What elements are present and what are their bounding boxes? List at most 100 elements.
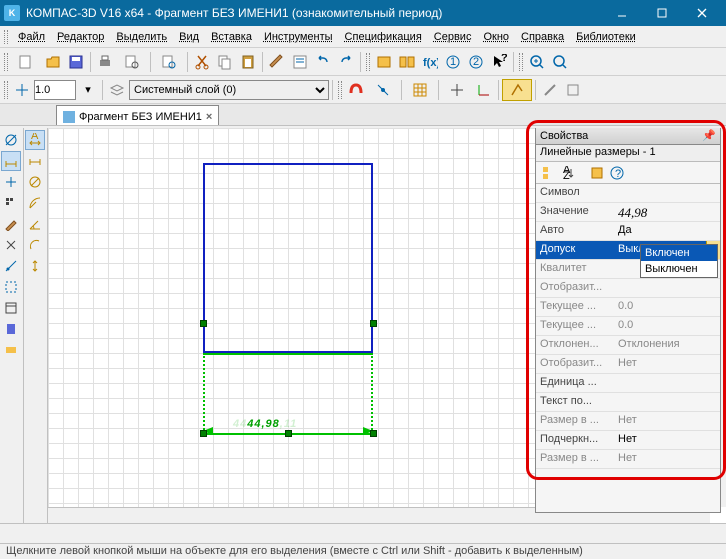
property-row[interactable]: Размер в ...Нет [536,450,720,469]
manager-button[interactable] [396,51,418,73]
arc-dim-icon[interactable] [25,235,45,255]
tolerance-dropdown[interactable]: ВключенВыключен [640,244,718,278]
dimensions-icon[interactable] [1,151,21,171]
undo-button[interactable] [312,51,334,73]
menu-tools[interactable]: Инструменты [258,29,339,45]
raster-icon[interactable] [1,193,21,213]
copy-button[interactable] [214,51,236,73]
brush-button[interactable] [266,51,288,73]
help-icon[interactable]: ? [608,164,626,182]
select-icon[interactable] [1,277,21,297]
layers-button[interactable] [106,79,128,101]
lib-button[interactable] [373,51,395,73]
scale-input[interactable] [34,80,76,100]
auto-dim-icon[interactable]: A [25,130,45,150]
print-button[interactable] [94,51,116,73]
menu-edit[interactable]: Редактор [51,29,110,45]
redo-button[interactable] [335,51,357,73]
property-row[interactable]: Единица ... [536,374,720,393]
handle[interactable] [370,320,377,327]
property-value[interactable] [614,374,720,392]
property-value[interactable] [614,184,720,202]
tab-close-icon[interactable]: × [206,111,212,123]
grid-button[interactable] [405,79,435,101]
sketch-button[interactable] [539,79,561,101]
save-button[interactable] [65,51,87,73]
menu-help[interactable]: Справка [515,29,570,45]
categorize-icon[interactable] [540,164,558,182]
property-value[interactable]: Нет [614,450,720,468]
round-button[interactable] [502,79,532,101]
property-value[interactable]: Отклонения [614,336,720,354]
snap-menu-button[interactable] [368,79,398,101]
property-row[interactable]: Подчеркн...Нет [536,431,720,450]
blue-rectangle[interactable] [203,163,373,353]
ortho-button[interactable] [442,79,472,101]
cut-button[interactable] [191,51,213,73]
property-row[interactable]: АвтоДа [536,222,720,241]
property-row[interactable]: Размер в ...Нет [536,412,720,431]
property-value[interactable]: Да [614,222,720,240]
menu-insert[interactable]: Вставка [205,29,258,45]
property-value[interactable]: 44,98 [614,203,720,221]
angular-dim-icon[interactable] [25,214,45,234]
property-row[interactable]: Текущее ...0.0 [536,317,720,336]
handle[interactable] [370,430,377,437]
axis-button[interactable] [11,79,33,101]
property-row[interactable]: Отобразит... [536,279,720,298]
geometry-icon[interactable] [1,130,21,150]
preview-button[interactable] [117,51,147,73]
insert-icon[interactable] [1,340,21,360]
property-value[interactable]: 0.0 [614,317,720,335]
local-cs-button[interactable] [473,79,495,101]
dropdown-option[interactable]: Выключен [641,261,717,277]
property-value[interactable]: 0.0 [614,298,720,316]
notation-icon[interactable] [1,172,21,192]
pin-icon[interactable]: 📌 [702,129,716,142]
measure-icon[interactable] [1,256,21,276]
height-dim-icon[interactable] [25,256,45,276]
fx-button[interactable]: f(x) [419,51,441,73]
property-row[interactable]: Отобразит...Нет [536,355,720,374]
menu-view[interactable]: Вид [173,29,205,45]
linear-dim-icon[interactable] [25,151,45,171]
property-row[interactable]: Текущее ...0.0 [536,298,720,317]
dimension-text[interactable]: 4444,98,11 [233,410,297,433]
diameter-dim-icon[interactable] [25,172,45,192]
vars1-button[interactable]: 1 [442,51,464,73]
sort-icon[interactable]: AZ [560,164,578,182]
menu-service[interactable]: Сервис [428,29,478,45]
menu-select[interactable]: Выделить [110,29,173,45]
minimize-button[interactable] [602,0,642,26]
open-button[interactable] [42,51,64,73]
dropdown-option[interactable]: Включен [641,245,717,261]
report-icon[interactable] [1,319,21,339]
scale-down-icon[interactable]: ▾ [77,79,99,101]
canvas-area[interactable]: 4444,98,11 Свойства 📌 Линейные размеры -… [48,128,726,523]
param-icon[interactable] [1,235,21,255]
property-value[interactable] [614,393,720,411]
menu-spec[interactable]: Спецификация [339,29,428,45]
menu-file[interactable]: Файл [12,29,51,45]
properties-header[interactable]: Свойства 📌 [536,128,720,145]
property-row[interactable]: Отклонен...Отклонения [536,336,720,355]
help-cursor-button[interactable]: ? [488,51,510,73]
handle[interactable] [200,320,207,327]
property-value[interactable]: Нет [614,412,720,430]
vars2-button[interactable]: 2 [465,51,487,73]
property-value[interactable]: Нет [614,431,720,449]
menu-window[interactable]: Окно [477,29,515,45]
maximize-button[interactable] [642,0,682,26]
radial-dim-icon[interactable] [25,193,45,213]
property-value[interactable]: Нет [614,355,720,373]
properties-button[interactable] [289,51,311,73]
property-value[interactable] [614,279,720,297]
document-tab[interactable]: Фрагмент БЕЗ ИМЕНИ1 × [56,105,219,125]
zoom-in-button[interactable] [526,51,548,73]
filter-icon[interactable] [588,164,606,182]
edit-icon[interactable] [1,214,21,234]
close-button[interactable] [682,0,722,26]
edit-button[interactable] [562,79,584,101]
property-row[interactable]: Текст по... [536,393,720,412]
property-row[interactable]: Значение44,98 [536,203,720,222]
